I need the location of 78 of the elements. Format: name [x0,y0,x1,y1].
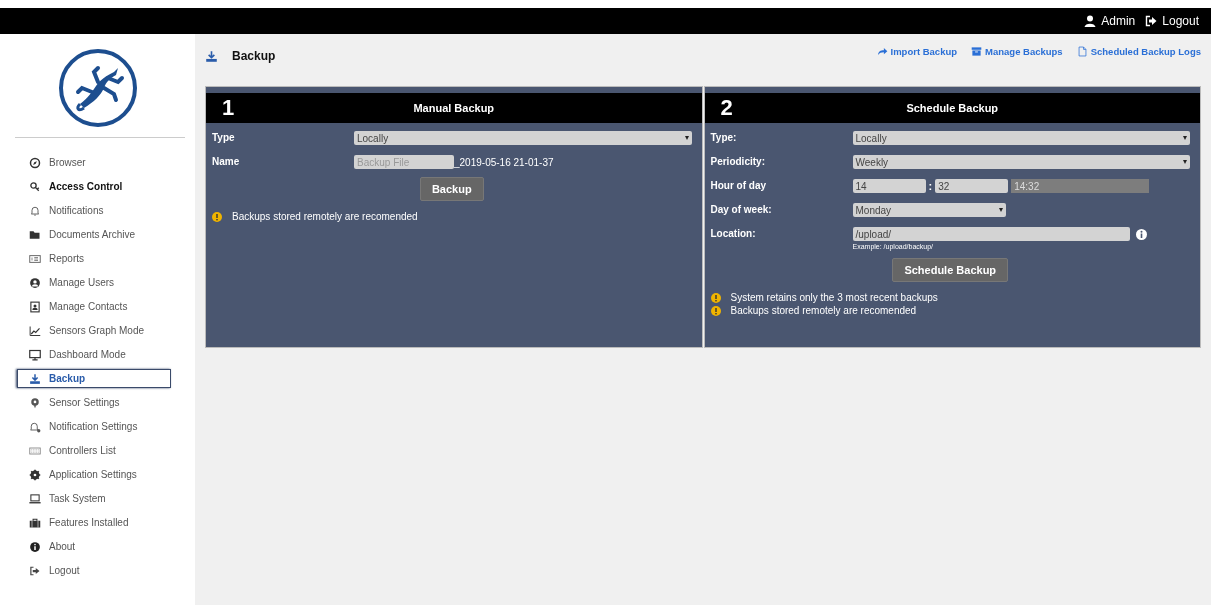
briefcase-icon [29,516,41,529]
header-link[interactable]: Import Backup [876,46,958,57]
card-icon [29,252,41,265]
archive-icon [971,46,983,57]
compass-icon [29,156,41,169]
field-label: Type [212,131,236,145]
header-link[interactable]: Scheduled Backup Logs [1076,46,1201,57]
sidebar-item[interactable]: Dashboard Mode [17,345,171,364]
dropdown[interactable]: Weekly [852,155,1190,169]
panel-title: Manual Backup [412,102,496,114]
sidebar-item[interactable]: Logout [17,561,171,580]
sidebar-item[interactable]: Notifications [17,201,171,220]
sidebar-item[interactable]: Browser [17,153,171,172]
location-input[interactable]: /upload/ [852,227,1130,241]
contact-card-icon [29,300,41,313]
sidebar-item[interactable]: Documents Archive [17,225,171,244]
warning-icon [212,211,222,222]
page-title: Backup [232,49,276,63]
warning-icon [710,305,721,316]
sidebar-item[interactable]: Access Control [17,177,171,196]
minute-input[interactable]: 32 [935,179,1009,193]
sidebar-item[interactable]: Reports [17,249,171,268]
time-display: 14:32 [1011,179,1150,193]
field-label: Periodicity: [710,155,766,169]
user-icon [29,276,41,289]
dropdown[interactable]: Locally [354,131,692,145]
sidebar-item[interactable]: Task System [17,489,171,508]
note-text: Backups stored remotely are recomended [232,211,418,222]
download-icon [205,49,218,63]
panel-title: Schedule Backup [905,102,1000,114]
sidebar-item[interactable]: Sensors Graph Mode [17,321,171,340]
bell-icon [29,204,41,217]
sidebar-item[interactable]: Sensor Settings [17,393,171,412]
gear-icon [29,468,41,481]
note-text: System retains only the 3 most recent backups [730,292,938,303]
note-text: Backups stored remotely are recomended [730,305,917,316]
file-icon [1076,46,1088,57]
sidebar-item[interactable]: Manage Contacts [17,297,171,316]
bell-gear-icon [29,420,41,433]
sidebar-item[interactable]: Application Settings [17,465,171,484]
dropdown[interactable]: Monday [852,203,1006,217]
sidebar-item[interactable]: Notification Settings [17,417,171,436]
sidebar-item[interactable]: Manage Users [17,273,171,292]
hour-input[interactable]: 14 [852,179,926,193]
logout-icon [1145,15,1158,27]
sidebar-item[interactable]: Backup [17,369,171,388]
info-icon [1135,228,1147,240]
sidebar-item[interactable]: Features Installed [17,513,171,532]
share-arrow-icon [876,46,888,57]
dropdown[interactable]: Locally [852,131,1190,145]
backup-button[interactable]: Backup [419,177,484,201]
sidebar-item[interactable]: About [17,537,171,556]
field-label: Hour of day [710,179,768,193]
sidebar-item[interactable]: Controllers List [17,441,171,460]
pin-icon [29,396,41,409]
user-icon [1084,15,1097,27]
header-link[interactable]: Manage Backups [971,46,1063,57]
laptop-icon [29,492,41,505]
logout-link[interactable]: Logout [1145,14,1199,28]
step-number: 1 [221,95,236,121]
filename-suffix: _2019-05-16 21-01-37 [454,156,554,168]
field-label: Type: [710,131,738,145]
warning-icon [710,292,721,303]
keyboard-icon [29,444,41,457]
key-icon [29,180,41,193]
info-icon [29,540,41,553]
monitor-icon [29,348,41,361]
download-icon [29,372,41,385]
field-label: Name [212,155,241,169]
logout-icon [29,564,41,577]
folder-icon [29,228,41,241]
time-separator: : [928,180,933,192]
step-number: 2 [719,95,734,121]
schedule-button[interactable]: Schedule Backup [892,258,1009,282]
line-chart-icon [29,324,41,337]
field-label: Day of week: [710,203,773,217]
user-link[interactable]: Admin [1084,14,1136,28]
field-label: Location: [710,227,757,241]
